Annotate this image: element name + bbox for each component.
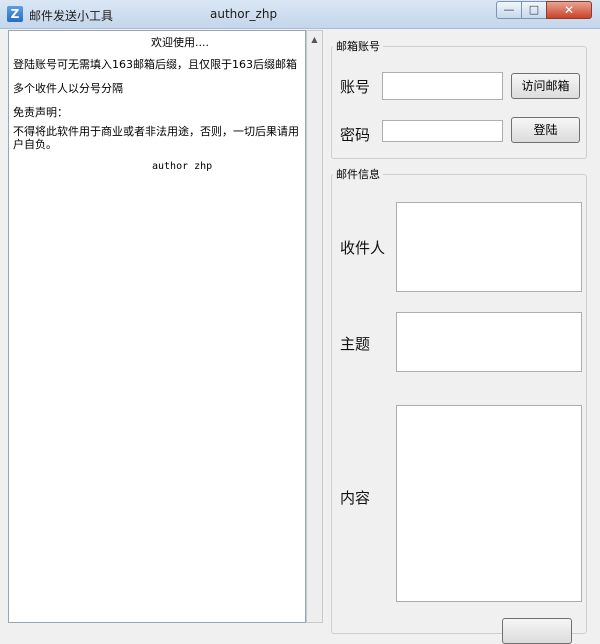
recipient-input[interactable] — [396, 202, 582, 292]
login-button[interactable]: 登陆 — [511, 117, 580, 143]
mail-group-title: 邮件信息 — [333, 166, 383, 182]
minimize-button[interactable]: — — [496, 1, 522, 19]
password-label: 密码 — [340, 126, 371, 144]
visit-mailbox-button[interactable]: 访问邮箱 — [511, 73, 580, 99]
welcome-text: 欢迎使用.... — [151, 36, 209, 49]
subject-label: 主题 — [340, 335, 371, 353]
subject-input[interactable] — [396, 312, 582, 372]
window-title: 邮件发送小工具 — [29, 9, 114, 23]
info-line-recipients: 多个收件人以分号分隔 — [13, 82, 123, 95]
disclaimer-title: 免责声明： — [13, 106, 68, 119]
recipient-label: 收件人 — [340, 239, 386, 257]
content-label: 内容 — [340, 489, 371, 507]
scroll-up-arrow-icon[interactable]: ▲ — [307, 31, 322, 48]
author-text: author zhp — [152, 161, 213, 172]
info-scrollbar[interactable]: ▲ — [306, 30, 323, 623]
content-input[interactable] — [396, 405, 582, 602]
title-bar: Z 邮件发送小工具 author_zhp — □ ✕ — [0, 0, 600, 29]
app-icon: Z — [7, 6, 23, 22]
info-textarea[interactable]: 欢迎使用.... 登陆账号可无需填入163邮箱后缀，且仅限于163后缀邮箱 多个… — [8, 30, 306, 623]
close-button[interactable]: ✕ — [546, 1, 592, 19]
account-group-title: 邮箱账号 — [333, 38, 383, 54]
account-input[interactable] — [382, 72, 503, 100]
window-author: author_zhp — [210, 7, 278, 21]
send-button[interactable] — [502, 618, 572, 644]
account-label: 账号 — [340, 78, 371, 96]
maximize-button[interactable]: □ — [521, 1, 547, 19]
password-input[interactable] — [382, 120, 503, 142]
info-line-suffix: 登陆账号可无需填入163邮箱后缀，且仅限于163后缀邮箱 — [13, 58, 297, 71]
disclaimer-text: 不得将此软件用于商业或者非法用途，否则，一切后果请用户自负。 — [13, 125, 299, 151]
